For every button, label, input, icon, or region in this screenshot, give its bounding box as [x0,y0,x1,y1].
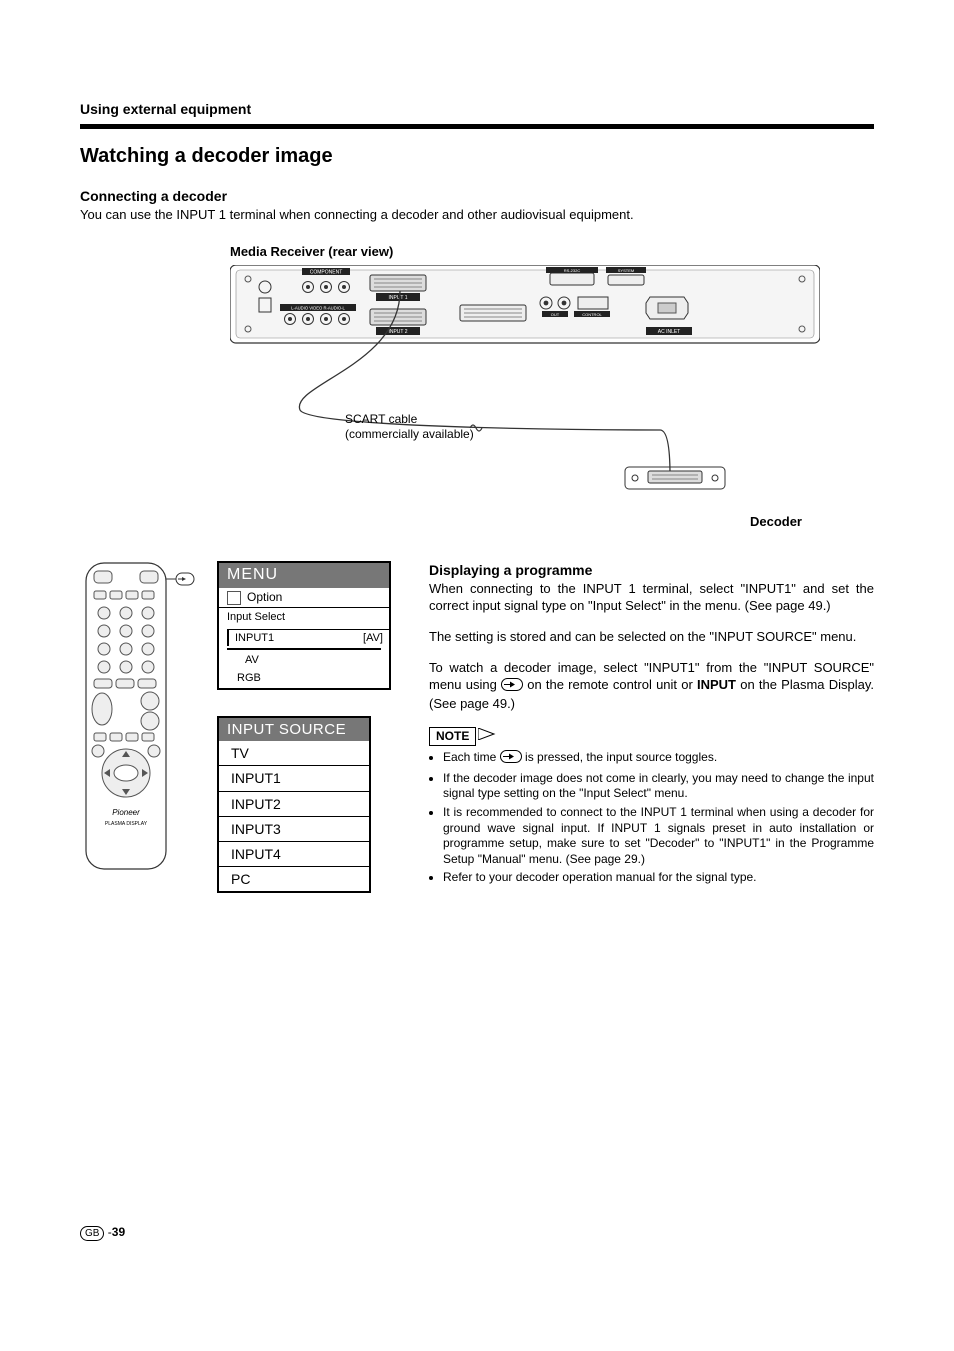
note-item: It is recommended to connect to the INPU… [443,805,874,867]
note-block: NOTE Each time is pressed, the input sou… [429,727,874,886]
svg-text:PLASMA DISPLAY: PLASMA DISPLAY [105,821,148,827]
remote-control-figure: Pioneer PLASMA DISPLAY [80,561,195,893]
display-p2: The setting is stored and can be selecte… [429,629,874,646]
menu-rgb-row: RGB [219,669,389,687]
note-label-text: NOTE [436,729,469,743]
menu-input1-label: INPUT1 [235,631,274,645]
input-source-box: INPUT SOURCE TV INPUT1 INPUT2 INPUT3 INP… [217,716,371,894]
decoder-label: Decoder [80,514,802,531]
option-icon [227,591,241,605]
menu-input-select: Input Select [219,607,389,626]
source-item: INPUT3 [219,816,369,841]
note-label: NOTE [429,727,476,747]
connecting-heading: Connecting a decoder [80,187,874,205]
source-item: INPUT2 [219,791,369,816]
svg-text:INPUT 1: INPUT 1 [388,295,407,301]
gb-badge: GB [80,1226,104,1241]
menu-input1-value: [AV] [363,631,383,645]
display-p3b: on the remote control unit or [527,677,697,692]
menu-input1-row: INPUT1 [AV] [227,629,389,646]
source-item: INPUT1 [219,765,369,790]
menu-option-label: Option [247,590,282,604]
display-text-column: Displaying a programme When connecting t… [429,561,874,893]
display-p3: To watch a decoder image, select "INPUT1… [429,660,874,713]
input-select-icon [500,750,522,768]
page-title: Watching a decoder image [80,143,874,169]
svg-text:INPUT 2: INPUT 2 [388,329,407,335]
input-source-title: INPUT SOURCE [219,718,369,742]
note-item: Refer to your decoder operation manual f… [443,870,874,886]
svg-text:RS-232C: RS-232C [564,268,581,273]
note-item: Each time is pressed, the input source t… [443,750,874,768]
svg-text:(commercially available): (commercially available) [345,427,474,441]
media-receiver-diagram: COMPONENT COMPONENT INPUT 1 L-AUDIO VIDE… [230,265,820,510]
svg-text:SYSTEM: SYSTEM [618,268,634,273]
menu-box: MENU Option Input Select INPUT1 [AV] AV … [217,561,391,690]
section-header: Using external equipment [80,100,874,118]
note-item-0b: is pressed, the input source toggles. [525,750,717,764]
display-p3-bold: INPUT [697,677,736,692]
svg-text:SCART cable: SCART cable [345,412,418,426]
svg-text:OUT: OUT [551,312,560,317]
note-arrow-icon [478,728,496,745]
menu-av-row: AV [227,648,381,669]
display-p1: When connecting to the INPUT 1 terminal,… [429,581,874,615]
svg-text:AC INLET: AC INLET [658,329,681,335]
source-item: PC [219,866,369,891]
menu-title: MENU [219,563,389,588]
note-item-0a: Each time [443,750,500,764]
note-item: If the decoder image does not come in cl… [443,771,874,802]
menu-option-row: Option [219,588,389,608]
source-item: TV [219,741,369,765]
connecting-text: You can use the INPUT 1 terminal when co… [80,207,874,224]
diagram-block: Media Receiver (rear view) COMPONENT COM… [80,244,874,531]
input-select-icon [501,678,523,696]
svg-text:L-AUDIO VIDEO R-AUDIO-L: L-AUDIO VIDEO R-AUDIO-L [291,306,345,311]
svg-text:Pioneer: Pioneer [112,808,140,817]
display-heading: Displaying a programme [429,561,874,579]
svg-text:CONTROL: CONTROL [582,312,602,317]
note-list: Each time is pressed, the input source t… [429,750,874,886]
divider [80,124,874,129]
diagram-title: Media Receiver (rear view) [230,244,874,261]
source-item: INPUT4 [219,841,369,866]
svg-text:COMPONENT: COMPONENT [310,270,343,276]
page-number: GB -39 [80,1225,125,1241]
osd-menus: MENU Option Input Select INPUT1 [AV] AV … [217,561,407,893]
page-num-value: 39 [112,1225,125,1239]
